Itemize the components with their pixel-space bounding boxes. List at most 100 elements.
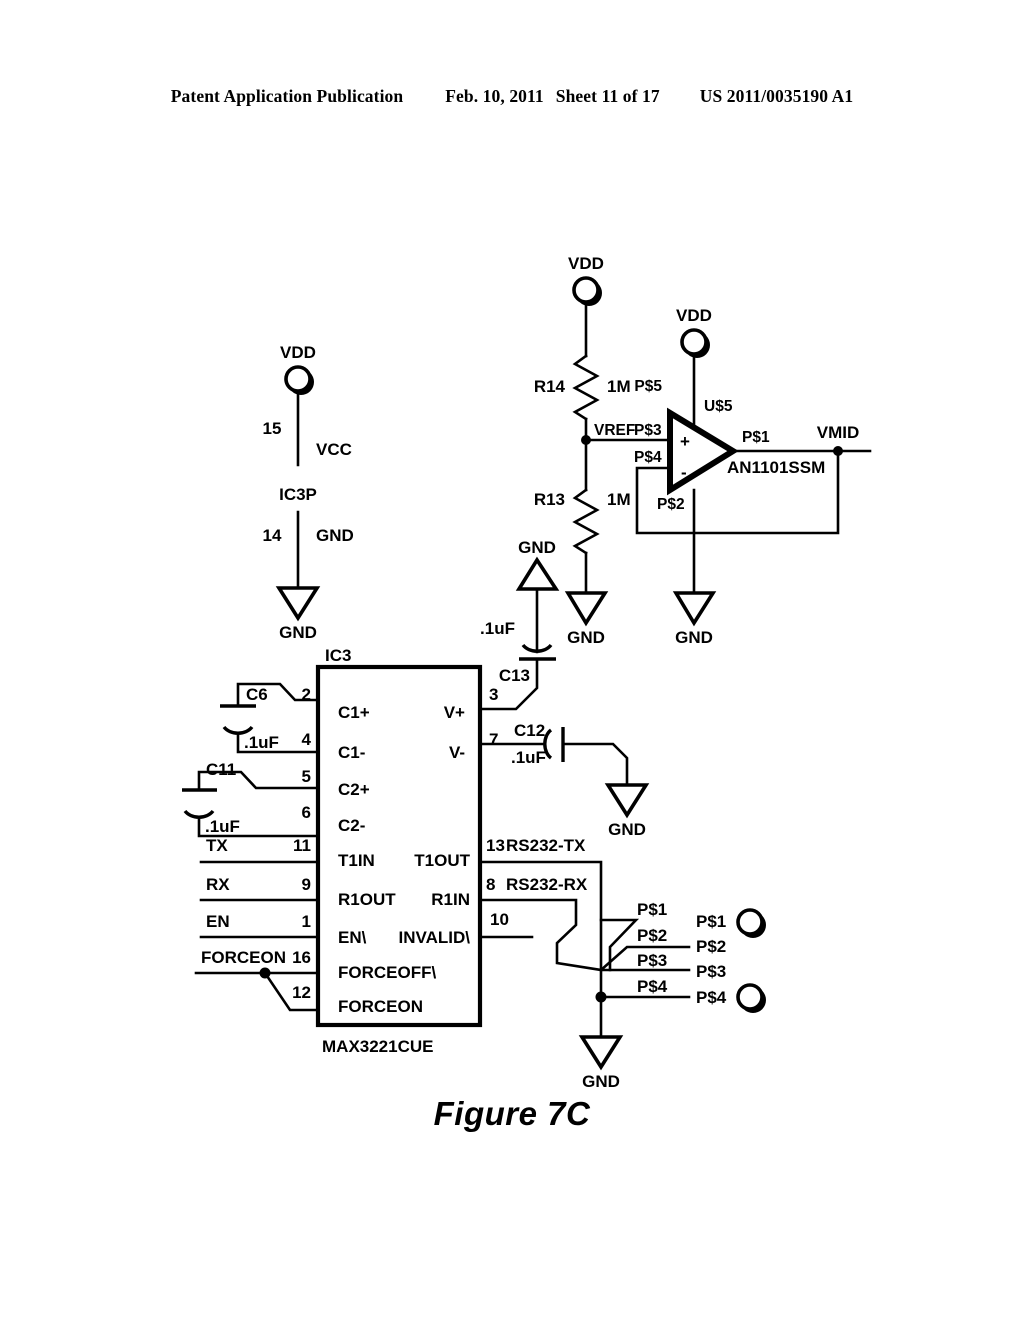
ic3-pin-number-13: 13 (486, 836, 505, 855)
vref-net-label: VREF (594, 422, 635, 439)
pin-number-14: 14 (263, 526, 282, 545)
opamp-triangle-body (667, 407, 739, 496)
ic3-refdes: IC3 (325, 646, 351, 665)
opamp-pin-p5-label: P$5 (634, 378, 662, 395)
ic3-pin-name-vminus: V- (449, 743, 465, 762)
ic3-pin-name-c2n: C2- (338, 816, 365, 835)
connector-wire-label-p1: P$1 (637, 900, 667, 919)
ic3-pin-number-7: 7 (489, 730, 498, 749)
ic3p-power-block: VDD 15 VCC IC3P 14 GND GND (263, 343, 354, 642)
opamp-pin-p1-label: P$1 (742, 429, 770, 446)
connector-wire-label-p4: P$4 (637, 977, 668, 996)
r14-value: 1M (607, 377, 631, 396)
opamp-pin-p2-label: P$2 (657, 496, 685, 513)
ground-symbol-c13 (515, 556, 560, 591)
opamp-refdes: U$5 (704, 398, 733, 415)
opamp-part-number: AN1101SSM (727, 458, 825, 477)
net-label-rs232-rx: RS232-RX (506, 875, 588, 894)
vdd-label-ic3p: VDD (280, 343, 316, 362)
ground-label-ic3p: GND (279, 623, 317, 642)
vdd-terminal-divider (572, 276, 600, 304)
connector-pad-p1 (736, 908, 764, 936)
vdd-label-divider: VDD (568, 254, 604, 273)
ic3-pin-number-1: 1 (302, 912, 311, 931)
ic3-pin-number-16: 16 (292, 948, 311, 967)
opamp-noninverting-sign: + (680, 432, 690, 451)
ic3-pin-name-en: EN\ (338, 928, 367, 947)
ground-label-connector: GND (582, 1072, 620, 1091)
pin-number-15: 15 (263, 419, 282, 438)
capacitor-c12-group: C12 .1uF GND (478, 721, 650, 839)
c13-value: .1uF (480, 619, 515, 638)
r13-refdes: R13 (534, 490, 565, 509)
ground-label-divider: GND (567, 628, 605, 647)
ic3-part-number: MAX3221CUE (322, 1037, 434, 1056)
ic3-pin-number-11: 11 (293, 836, 311, 855)
ic3-pin-number-6: 6 (302, 803, 311, 822)
ic3-pin-name-forceoff: FORCEOFF\ (338, 963, 436, 982)
ic3-pin-number-8: 8 (486, 875, 495, 894)
ic3-block: IC3 MAX3221CUE C1+ C1- C2+ C2- T1IN R1OU… (194, 646, 603, 1056)
net-label-tx: TX (206, 836, 228, 855)
wire-c12-to-ground (561, 742, 629, 787)
opamp-pin-p4-label: P$4 (634, 449, 662, 466)
ic3-pin-number-3: 3 (489, 685, 498, 704)
vdd-terminal-ic3p (284, 365, 312, 393)
wire-cross-to-p2 (599, 918, 640, 972)
opamp-pin-p3-label: P$3 (634, 422, 662, 439)
ic3-pin-name-c1p: C1+ (338, 703, 370, 722)
ic3-pin-name-t1in: T1IN (338, 851, 375, 870)
c13-refdes: C13 (499, 666, 530, 685)
c11-refdes: C11 (206, 760, 236, 779)
ic3-pin-name-vplus: V+ (444, 703, 465, 722)
ic3-pin-name-c1n: C1- (338, 743, 365, 762)
patent-drawing-page: Patent Application Publication Feb. 10, 2… (0, 0, 1024, 1320)
ground-symbol-connector (578, 1035, 624, 1071)
c6-value: .1uF (244, 733, 279, 752)
vmid-net-label: VMID (817, 423, 860, 442)
connector-pad-p4 (736, 983, 764, 1011)
ground-label-opamp: GND (675, 628, 713, 647)
ic3-pin-number-10: 10 (490, 910, 509, 929)
ic3-pin-name-r1out: R1OUT (338, 890, 396, 909)
forceon-junction-dot (259, 967, 271, 979)
ground-symbol-ic3p (275, 586, 321, 622)
ic3-pin-name-t1out: T1OUT (414, 851, 470, 870)
ic3-pin-number-5: 5 (302, 767, 311, 786)
vdd-label-opamp: VDD (676, 306, 712, 325)
ic3-pin-number-9: 9 (302, 875, 311, 894)
ic3-pin-name-c2p: C2+ (338, 780, 370, 799)
resistor-r13-symbol (572, 488, 600, 555)
c6-refdes: C6 (246, 685, 268, 704)
vdd-terminal-opamp (680, 328, 708, 356)
ground-symbol-c12 (604, 783, 650, 819)
connector-block: P$1 P$2 P$3 P$4 P$1 P$2 P$3 P$4 GND (578, 900, 766, 1091)
net-label-rx: RX (206, 875, 230, 894)
pin-name-gnd-ic3p: GND (316, 526, 354, 545)
c11-value: .1uF (205, 817, 240, 836)
ground-symbol-divider (564, 591, 609, 627)
connector-pad-label-p1: P$1 (696, 912, 726, 931)
c12-value: .1uF (511, 748, 546, 767)
connector-pad-label-p3: P$3 (696, 962, 726, 981)
ic3-pin-number-2: 2 (302, 685, 311, 704)
net-label-rs232-tx: RS232-TX (506, 836, 586, 855)
resistor-r14-symbol (572, 354, 600, 421)
ic3-pin-name-r1in: R1IN (431, 890, 470, 909)
net-label-forceon: FORCEON (201, 948, 286, 967)
ground-label-c13: GND (518, 538, 556, 557)
connector-wire-label-p2: P$2 (637, 926, 667, 945)
ic3-pin-number-12: 12 (292, 983, 311, 1002)
opamp-inverting-sign: - (681, 463, 687, 482)
capacitor-c13-group: GND .1uF C13 (478, 538, 560, 711)
r14-refdes: R14 (534, 377, 566, 396)
connector-pad-label-p4: P$4 (696, 988, 727, 1007)
ic3-pin-number-4: 4 (302, 730, 312, 749)
figure-caption: Figure 7C (433, 1095, 591, 1132)
connector-pad-label-p2: P$2 (696, 937, 726, 956)
capacitor-c11-group: C11 .1uF (182, 760, 320, 838)
r13-value: 1M (607, 490, 631, 509)
opamp-u5: VDD P$5 U$5 + - P$3 P$4 P$2 P$1 AN1101SS… (634, 306, 872, 647)
ic3p-refdes: IC3P (279, 485, 317, 504)
ground-symbol-opamp (672, 591, 717, 627)
